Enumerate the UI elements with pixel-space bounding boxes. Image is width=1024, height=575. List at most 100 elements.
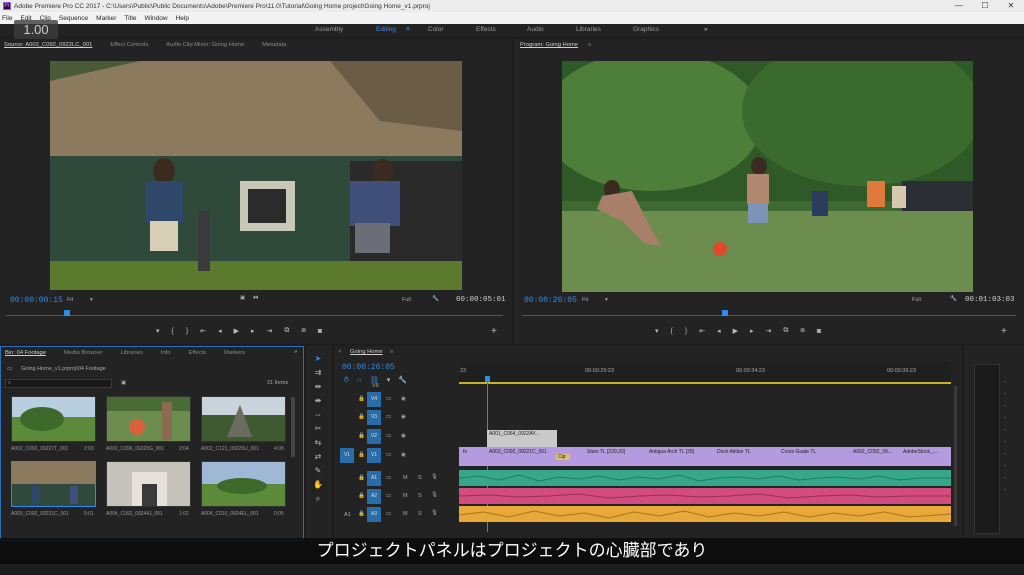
program-fit-chevron-icon[interactable]: ▾ (605, 297, 608, 303)
play-icon[interactable]: ▶ (733, 327, 738, 335)
mark-out-icon[interactable]: } (186, 328, 188, 335)
sync-lock-icon[interactable]: ▭ (386, 396, 391, 402)
rolling-edit-tool-icon[interactable]: ⇼ (313, 396, 323, 406)
mark-out-icon[interactable]: } (685, 328, 687, 335)
source-quality-dropdown[interactable]: Full (402, 297, 411, 303)
work-area-bar[interactable] (459, 382, 951, 384)
source-playhead[interactable] (64, 310, 70, 316)
source-timecode[interactable]: 00:00:00:15 (10, 296, 63, 305)
nest-toggle-icon[interactable]: ⥁ (344, 376, 349, 384)
tab-markers[interactable]: Markers (224, 350, 245, 356)
project-item-selected[interactable] (11, 461, 96, 507)
workspace-overflow-icon[interactable]: » (704, 26, 708, 33)
timeline-close-icon[interactable]: × (338, 349, 341, 355)
add-marker-icon[interactable]: ▾ (156, 327, 160, 335)
solo-button[interactable]: S (418, 475, 422, 481)
mute-button[interactable]: M (403, 493, 408, 499)
new-bin-icon[interactable]: ▣ (121, 380, 126, 386)
eye-icon[interactable]: ◉ (401, 452, 406, 458)
go-to-out-icon[interactable]: ⇥ (766, 327, 772, 335)
sync-lock-icon[interactable]: ▭ (386, 511, 391, 517)
track-lock-icon[interactable]: 🔒 (358, 452, 365, 458)
track-lock-icon[interactable]: 🔒 (358, 414, 365, 420)
track-lock-icon[interactable]: 🔒 (358, 493, 365, 499)
workspace-effects[interactable]: Effects (476, 26, 496, 33)
program-quality-dropdown[interactable]: Full (912, 297, 921, 303)
add-marker-icon[interactable]: ▾ (387, 376, 391, 384)
drag-audio-icon[interactable]: ⧓ (253, 295, 259, 301)
tab-program[interactable]: Program: Going Home (520, 42, 578, 48)
v1-clip[interactable]: A003_C092_09221C_001 (487, 449, 552, 455)
close-button[interactable]: ✕ (998, 0, 1024, 12)
solo-button[interactable]: S (418, 511, 422, 517)
v2-clip[interactable]: A001_C064_0922AY... (487, 430, 557, 447)
lift-icon[interactable]: ⧉ (783, 327, 788, 335)
workspace-color[interactable]: Color (428, 26, 444, 33)
v1-transition[interactable]: Cip (556, 454, 570, 460)
program-timecode[interactable]: 00:00:26:05 (524, 296, 577, 305)
sync-lock-icon[interactable]: ▭ (386, 475, 391, 481)
step-forward-icon[interactable]: ▸ (750, 327, 754, 335)
track-target-a1[interactable]: A1 (367, 471, 381, 486)
tab-media-browser[interactable]: Media Browser (64, 350, 103, 356)
menu-marker[interactable]: Marker (96, 15, 116, 22)
hand-tool-icon[interactable]: ✋ (313, 480, 323, 490)
step-forward-icon[interactable]: ▸ (251, 327, 255, 335)
minimize-button[interactable]: — (946, 0, 972, 12)
step-back-icon[interactable]: ◂ (218, 327, 222, 335)
time-ruler[interactable]: 23 00:00:29:23 00:00:34:23 00:00:39:23 (459, 362, 951, 384)
export-frame-icon[interactable]: ◙ (318, 328, 322, 335)
razor-tool-icon[interactable]: ✂ (313, 424, 323, 434)
menu-sequence[interactable]: Sequence (59, 15, 88, 22)
timeline-vertical-scrollbar[interactable] (954, 386, 957, 526)
menu-help[interactable]: Help (176, 15, 189, 22)
mark-in-icon[interactable]: { (671, 328, 673, 335)
mute-button[interactable]: M (403, 511, 408, 517)
v1-clip[interactable]: A002_C092_09... (851, 449, 896, 455)
step-back-icon[interactable]: ◂ (717, 327, 721, 335)
play-icon[interactable]: ▶ (234, 327, 239, 335)
program-add-button-icon[interactable]: + (1001, 326, 1007, 337)
workspace-libraries[interactable]: Libraries (576, 26, 601, 33)
track-target-a2[interactable]: A2 (367, 489, 381, 504)
tab-going-home-sequence[interactable]: Going Home (350, 349, 383, 355)
source-settings-wrench-icon[interactable]: 🔧 (432, 296, 439, 302)
rate-stretch-tool-icon[interactable]: ⇔ (313, 410, 323, 420)
workspace-graphics[interactable]: Graphics (633, 26, 659, 33)
tab-effects[interactable]: Effects (189, 350, 207, 356)
timeline-settings-wrench-icon[interactable]: 🔧 (398, 376, 407, 384)
track-target-v3[interactable]: V3 (367, 410, 381, 425)
solo-button[interactable]: S (418, 493, 422, 499)
program-scrub-bar[interactable] (522, 315, 1016, 316)
drag-video-icon[interactable]: ▣ (240, 295, 245, 301)
microphone-icon[interactable]: 🎙 (431, 492, 438, 498)
track-target-a3[interactable]: A3 (367, 507, 381, 522)
insert-icon[interactable]: ⧉ (284, 327, 289, 335)
overwrite-icon[interactable]: ⧈ (301, 327, 305, 335)
ripple-edit-tool-icon[interactable]: ⇹ (313, 382, 323, 392)
a3-audio-clip[interactable] (458, 506, 952, 522)
tab-metadata[interactable]: Metadata (262, 42, 286, 48)
tab-bin-footage[interactable]: Bin: 04 Footage (5, 350, 46, 356)
sync-lock-icon[interactable]: ▭ (386, 414, 391, 420)
track-select-tool-icon[interactable]: ⇉ (313, 368, 323, 378)
program-fit-dropdown[interactable]: Fit (582, 297, 588, 303)
menu-title[interactable]: Title (124, 15, 136, 22)
program-settings-wrench-icon[interactable]: 🔧 (950, 296, 957, 302)
export-frame-icon[interactable]: ◙ (817, 328, 821, 335)
tab-source[interactable]: Source: A002_C092_0922LC_001 (4, 42, 92, 48)
project-item[interactable] (201, 396, 286, 442)
add-marker-icon[interactable]: ▾ (655, 327, 659, 335)
tab-audio-clip-mixer[interactable]: Audio Clip Mixer: Going Home (166, 42, 244, 48)
selection-tool-icon[interactable]: ➤ (313, 354, 323, 364)
source-fit-dropdown[interactable]: Fit (67, 297, 73, 303)
project-search-input[interactable]: ⌕ (5, 379, 112, 388)
v1-clip[interactable]: AdobeStock_... (901, 449, 951, 455)
track-lock-icon[interactable]: 🔒 (358, 511, 365, 517)
project-item[interactable] (106, 396, 191, 442)
go-to-in-icon[interactable]: ⇤ (699, 327, 705, 335)
workspace-editing[interactable]: Editing (376, 26, 396, 33)
program-panel-menu-icon[interactable]: ≡ (588, 42, 591, 48)
v1-clip[interactable]: Antigua Arch TL [39] (647, 449, 707, 455)
sync-lock-icon[interactable]: ▭ (386, 433, 391, 439)
